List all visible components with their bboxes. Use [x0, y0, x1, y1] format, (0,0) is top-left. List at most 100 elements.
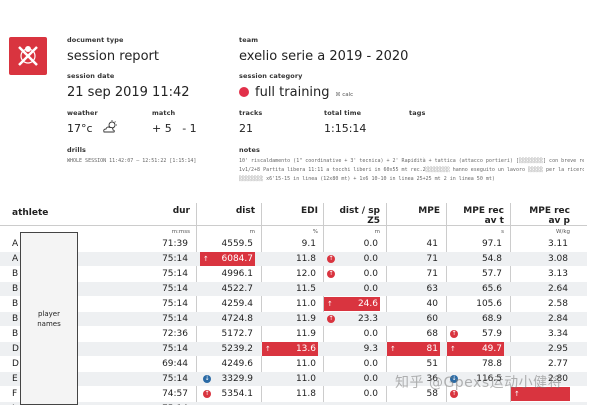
cell-value: 3329.9 — [221, 374, 254, 384]
table-row[interactable]: B 72:36 5172.7 11.9 0.0 68 57.9 3.34 ↑ — [0, 327, 600, 341]
col-mpe-rec-av-t[interactable]: MPE rec av t — [450, 206, 504, 226]
table-row[interactable]: A 75:14 ↑ 6084.7 11.8 0.0 71 54.8 3.08 ↑ — [0, 252, 600, 266]
cell-value: 3.11 — [547, 239, 568, 249]
athlete-initial: B — [12, 314, 19, 324]
cell-value: 41 — [426, 239, 438, 249]
cell-mpe-rec-t: 54.8 — [447, 252, 504, 266]
cell-value: 0.0 — [363, 359, 378, 369]
col-dist[interactable]: dist — [205, 206, 255, 216]
notes-line: 1v1/2+8 Partita libera 11:11 a tocchi li… — [239, 167, 584, 173]
cell-edi: 11.0 — [262, 297, 318, 311]
trend-up-icon: ↑ — [327, 255, 335, 263]
cell-mpe: 71 — [387, 252, 440, 266]
cell-dist-sp: 0.0 — [324, 387, 380, 401]
unit-edi: % — [312, 229, 318, 235]
cell-value: 78.8 — [481, 359, 502, 369]
col-athlete[interactable]: athlete — [12, 208, 48, 218]
total-time-label: total time — [324, 109, 362, 117]
col-dist-sp-z5[interactable]: dist / sp Z5 — [328, 206, 380, 226]
cell-value: 0.0 — [363, 329, 378, 339]
cell-dur: 72:36 — [140, 327, 190, 341]
cell-value: 69:44 — [162, 359, 188, 369]
cell-value: 57.9 — [481, 329, 502, 339]
cell-value: 4559.5 — [221, 239, 254, 249]
cell-edi: 11.0 — [262, 357, 318, 371]
notes-line: ░░░░░░░░ x6'15-15 in linea (12x80 mt) + … — [239, 176, 495, 182]
athlete-initial: A — [12, 239, 19, 249]
right-edge — [587, 0, 600, 405]
partly-cloudy-icon — [103, 120, 117, 133]
cell-value: 11.0 — [295, 359, 316, 369]
cell-value: 4996.1 — [221, 269, 254, 279]
cell-mpe: 51 — [387, 357, 440, 371]
cell-mpe: 41 — [387, 237, 440, 251]
cell-value: 11.5 — [295, 284, 316, 294]
table-row[interactable]: B 75:14 4996.1 12.0 0.0 71 57.7 3.13 ↑ — [0, 267, 600, 281]
player-names-redaction: player names — [20, 232, 78, 405]
unit-mpe-rec-p: W/kg — [556, 229, 570, 235]
session-date-value: 21 sep 2019 11:42 — [67, 85, 190, 100]
table-row[interactable]: A 71:39 4559.5 9.1 0.0 41 97.1 3.11 — [0, 237, 600, 251]
cell-mpe-rec-t: 68.9 — [447, 312, 504, 326]
cell-edi: 9.1 — [262, 237, 318, 251]
table-row[interactable]: B 75:14 4724.8 11.9 23.3 60 68.9 2.84 ↑ — [0, 312, 600, 326]
app-logo — [9, 37, 47, 75]
cell-mpe-rec-p: 2.58 — [511, 297, 570, 311]
document-type-label: document type — [67, 36, 124, 44]
col-edi[interactable]: EDI — [268, 206, 318, 216]
cell-value: 75:14 — [162, 314, 188, 324]
notes-line: 10' riscaldamento (1" coordinative + 3' … — [239, 158, 584, 164]
drills-label: drills — [67, 146, 87, 154]
notes-text: 10' riscaldamento (1" coordinative + 3' … — [239, 157, 584, 184]
cell-value: 0.0 — [363, 254, 378, 264]
session-category-value: full training — [255, 85, 330, 100]
cell-value: 75:14 — [162, 254, 188, 264]
cell-value: 75:14 — [162, 269, 188, 279]
weather-label: weather — [67, 109, 98, 117]
cell-dur: 75:14 — [140, 312, 190, 326]
cell-value: 81 — [426, 344, 438, 354]
athlete-initial: B — [12, 284, 19, 294]
table-row[interactable]: D 69:44 4249.6 11.0 0.0 51 78.8 2.77 — [0, 357, 600, 371]
cell-edi: 11.5 — [262, 282, 318, 296]
cell-value: 49.7 — [481, 344, 502, 354]
col-dur[interactable]: dur — [140, 206, 190, 216]
cell-mpe-rec-p: 2.77 — [511, 357, 570, 371]
cell-value: 11.0 — [295, 374, 316, 384]
cell-mpe-rec-p: 2.84 — [511, 312, 570, 326]
document-type-value: session report — [67, 49, 159, 64]
cell-mpe: 40 — [387, 297, 440, 311]
cell-dist: ↑ 6084.7 — [200, 252, 255, 266]
cell-dist-sp: 0.0 — [324, 237, 380, 251]
cell-mpe-rec-p: 2.95 — [511, 342, 570, 356]
cell-value: 3.08 — [547, 254, 568, 264]
cell-dur: 75:14 — [140, 252, 190, 266]
cell-value: 11.8 — [295, 389, 316, 399]
athlete-initial: A — [12, 254, 19, 264]
cell-dist-sp: 0.0 — [324, 357, 380, 371]
cell-value: 2.64 — [547, 284, 568, 294]
total-time-value: 1:15:14 — [324, 122, 367, 135]
cell-value: 2.95 — [547, 344, 568, 354]
cell-value: 54.8 — [481, 254, 502, 264]
cell-value: 6084.7 — [221, 254, 254, 264]
cell-mpe-rec-t: 65.6 — [447, 282, 504, 296]
athlete-initial: F — [12, 389, 18, 399]
session-category-label: session category — [239, 72, 303, 80]
arrow-up-icon: ↑ — [265, 345, 271, 353]
cell-mpe: 63 — [387, 282, 440, 296]
table-row[interactable]: B 75:14 4522.7 11.5 0.0 63 65.6 2.64 — [0, 282, 600, 296]
cell-value: 2.58 — [547, 299, 568, 309]
cell-dist: 5172.7 — [200, 327, 255, 341]
table-row[interactable]: D 75:14 5239.2 ↑ 13.6 9.3 ↑ 81 ↑ 49.7 2.95 — [0, 342, 600, 356]
cell-dist: 4249.6 — [200, 357, 255, 371]
col-mpe[interactable]: MPE — [390, 206, 440, 216]
cell-mpe: 68 — [387, 327, 440, 341]
col-mpe-rec-av-p[interactable]: MPE rec av p — [518, 206, 570, 226]
cell-dur: 75:14 — [140, 282, 190, 296]
cell-mpe-rec-p: 3.13 — [511, 267, 570, 281]
table-row[interactable]: B 75:14 4259.4 11.0 ↑ 24.6 40 105.6 2.58 — [0, 297, 600, 311]
cell-dur: 75:14 — [140, 372, 190, 386]
arrow-up-icon: ↑ — [450, 345, 456, 353]
cell-value: 0.0 — [363, 269, 378, 279]
